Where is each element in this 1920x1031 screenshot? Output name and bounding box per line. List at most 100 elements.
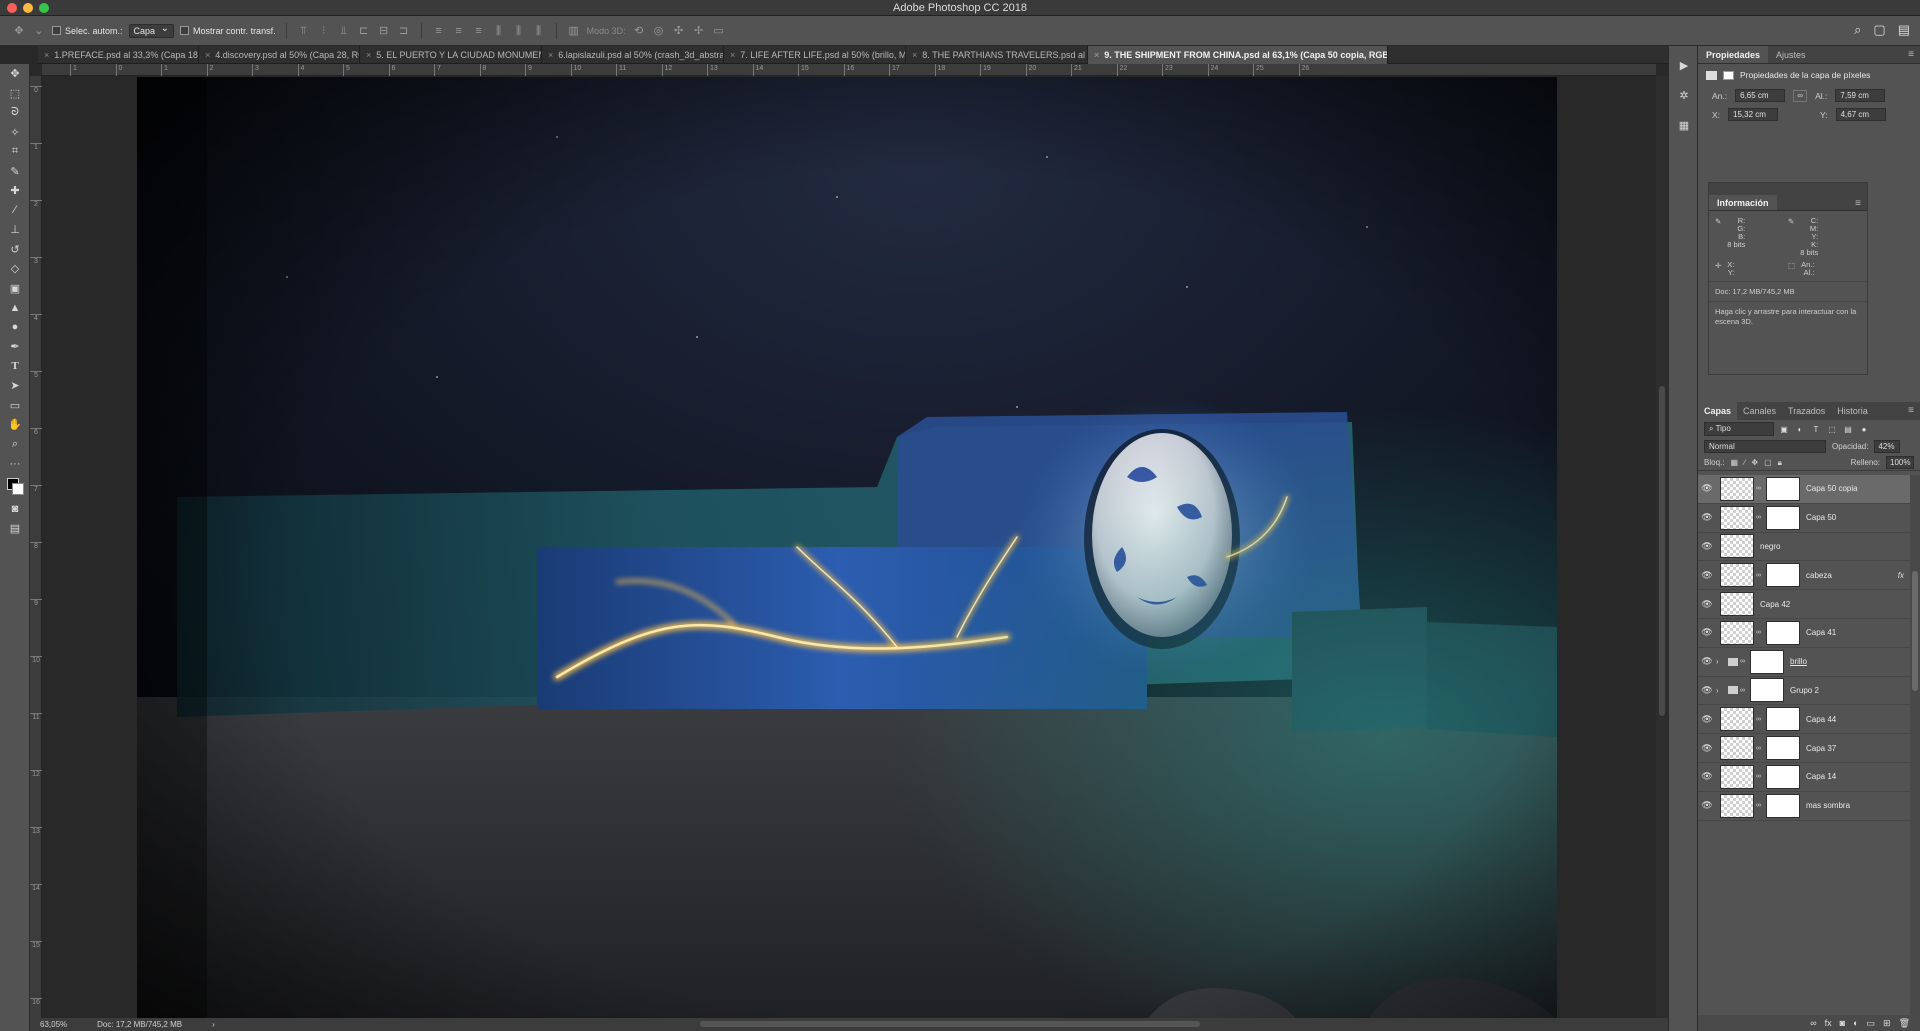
camera-3d-icon[interactable]: ▭ — [712, 24, 726, 38]
mask-link-icon[interactable]: ∞ — [1756, 716, 1762, 723]
mask-link-icon[interactable]: ∞ — [1740, 658, 1746, 665]
layer-mask-thumbnail[interactable] — [1766, 736, 1800, 761]
move-tool-icon[interactable]: ✥ — [0, 64, 30, 84]
tab-propiedades[interactable]: Propiedades — [1698, 46, 1769, 63]
visibility-eye-icon[interactable]: 👁︎ — [1698, 599, 1716, 610]
document-tab-active[interactable]: × 9. THE SHIPMENT FROM CHINA.psd al 63,1%… — [1088, 46, 1388, 64]
eraser-tool-icon[interactable]: ◇ — [0, 259, 30, 279]
search-icon[interactable]: ⌕ — [1854, 22, 1861, 38]
healing-brush-tool-icon[interactable]: ✚ — [0, 181, 30, 201]
mask-link-icon[interactable]: ∞ — [1756, 629, 1762, 636]
document-tab[interactable]: × 7. LIFE AFTER LIFE.psd al 50% (brillo, … — [724, 46, 906, 64]
filter-type-icon[interactable]: T — [1810, 425, 1822, 434]
marquee-tool-icon[interactable]: ⬚ — [0, 84, 30, 104]
layer-mask-thumbnail[interactable] — [1766, 620, 1800, 645]
y-field[interactable]: 4,67 cm — [1835, 108, 1886, 121]
auto-select-dropdown[interactable]: Capa — [128, 23, 175, 38]
layer-effects-icon[interactable]: fx — [1898, 571, 1904, 580]
layer-mask-thumbnail[interactable] — [1766, 505, 1800, 530]
layer-row[interactable]: 👁︎ ∞ Capa 37 — [1698, 734, 1910, 763]
visibility-eye-icon[interactable]: 👁︎ — [1698, 570, 1716, 581]
document-canvas[interactable] — [137, 77, 1557, 1020]
layer-name[interactable]: negro — [1760, 542, 1780, 551]
x-field[interactable]: 15,32 cm — [1728, 108, 1779, 121]
width-field[interactable]: 6,65 cm — [1735, 89, 1786, 102]
layer-row[interactable]: 👁︎ Capa 42 — [1698, 590, 1910, 619]
delete-layer-icon[interactable]: 🗑︎ — [1899, 1018, 1910, 1029]
visibility-eye-icon[interactable]: 👁︎ — [1698, 743, 1716, 754]
layer-mask-thumbnail[interactable] — [1750, 678, 1784, 703]
document-tab[interactable]: × 6.lapislazuli.psd al 50% (crash_3d_abst… — [542, 46, 724, 64]
status-arrow-icon[interactable]: › — [212, 1020, 215, 1029]
filter-toggle-icon[interactable]: ● — [1858, 425, 1870, 434]
visibility-eye-icon[interactable]: 👁︎ — [1698, 656, 1716, 667]
auto-align-icon[interactable]: ▥ — [567, 24, 581, 38]
layer-name[interactable]: Capa 44 — [1806, 715, 1836, 724]
layer-name[interactable]: brillo — [1790, 657, 1807, 666]
visibility-eye-icon[interactable]: 👁︎ — [1698, 541, 1716, 552]
add-mask-icon[interactable]: ◙ — [1840, 1018, 1845, 1028]
lock-artboard-icon[interactable]: ▢ — [1764, 458, 1772, 467]
layer-mask-thumbnail[interactable] — [1750, 649, 1784, 674]
mask-link-icon[interactable]: ∞ — [1740, 687, 1746, 694]
history-brush-tool-icon[interactable]: ↺ — [0, 240, 30, 260]
layer-filter-select[interactable]: ⌕ Tipo — [1704, 422, 1774, 436]
distribute-bottom-icon[interactable]: ≡ — [472, 24, 486, 38]
visibility-eye-icon[interactable]: 👁︎ — [1698, 483, 1716, 494]
layer-row[interactable]: 👁︎ ∞ Capa 50 — [1698, 504, 1910, 533]
quick-mask-icon[interactable]: ◙ — [0, 500, 30, 520]
layer-mask-thumbnail[interactable] — [1766, 793, 1800, 818]
tab-historia[interactable]: Historia — [1831, 402, 1874, 420]
panel-menu-icon[interactable]: ≡ — [1908, 49, 1914, 60]
close-tab-icon[interactable]: × — [730, 50, 735, 60]
rectangle-tool-icon[interactable]: ▭ — [0, 396, 30, 416]
document-tab[interactable]: ×8. THE PARTHIANS TRAVELERS.psd al 50% (… — [906, 46, 1088, 64]
visibility-eye-icon[interactable]: 👁︎ — [1698, 771, 1716, 782]
lock-transparency-icon[interactable]: ▦ — [1730, 458, 1738, 467]
close-tab-icon[interactable]: × — [912, 50, 917, 60]
layer-thumbnail[interactable] — [1720, 592, 1754, 617]
magic-wand-tool-icon[interactable]: ✧ — [0, 123, 30, 143]
visibility-eye-icon[interactable]: 👁︎ — [1698, 714, 1716, 725]
align-bottom-icon[interactable]: ⫫ — [337, 24, 351, 38]
gradient-tool-icon[interactable]: ▣ — [0, 279, 30, 299]
orbit-3d-icon[interactable]: ⟲ — [632, 24, 646, 38]
hand-tool-icon[interactable]: ✋ — [0, 415, 30, 435]
align-vcenter-icon[interactable]: ⫶ — [317, 24, 331, 38]
show-transform-option[interactable]: Mostrar contr. transf. — [180, 26, 276, 36]
layer-name[interactable]: Capa 37 — [1806, 744, 1836, 753]
close-tab-icon[interactable]: × — [205, 50, 210, 60]
ruler-icon[interactable]: ▦ — [1669, 114, 1699, 136]
visibility-eye-icon[interactable]: 👁︎ — [1698, 685, 1716, 696]
layer-row[interactable]: 👁︎ › ∞ brillo — [1698, 648, 1910, 677]
layer-row[interactable]: 👁︎ ∞ Capa 41 — [1698, 619, 1910, 648]
zoom-level[interactable]: 63,05% — [40, 1020, 67, 1029]
layer-row[interactable]: 👁︎ ∞ cabeza fx — [1698, 561, 1910, 591]
background-color-swatch[interactable] — [12, 482, 24, 495]
new-layer-icon[interactable]: ⊞ — [1883, 1018, 1891, 1029]
distribute-left-icon[interactable]: ⫼ — [492, 24, 506, 38]
expand-group-icon[interactable]: › — [1716, 657, 1724, 666]
lasso-tool-icon[interactable]: ᘐ — [0, 103, 30, 123]
fill-field[interactable]: 100% — [1886, 456, 1914, 469]
distribute-vcenter-icon[interactable]: ≡ — [452, 24, 466, 38]
layer-name[interactable]: Capa 14 — [1806, 772, 1836, 781]
layer-thumbnail[interactable] — [1720, 736, 1754, 761]
mask-link-icon[interactable]: ∞ — [1756, 572, 1762, 579]
scroll-thumb[interactable] — [1659, 386, 1665, 716]
layer-mask-thumbnail[interactable] — [1766, 764, 1800, 789]
mask-link-icon[interactable]: ∞ — [1756, 745, 1762, 752]
layer-name[interactable]: cabeza — [1806, 571, 1832, 580]
path-selection-tool-icon[interactable]: ➤ — [0, 376, 30, 396]
color-swatches[interactable] — [0, 474, 29, 500]
auto-select-checkbox[interactable] — [52, 26, 61, 35]
visibility-eye-icon[interactable]: 👁︎ — [1698, 800, 1716, 811]
link-icon[interactable]: ∞ — [1793, 89, 1808, 102]
tab-informacion[interactable]: Información — [1709, 195, 1777, 210]
visibility-eye-icon[interactable]: 👁︎ — [1698, 627, 1716, 638]
mask-link-icon[interactable]: ∞ — [1756, 773, 1762, 780]
filter-adjustment-icon[interactable]: ◐ — [1794, 425, 1806, 434]
new-group-icon[interactable]: ▭ — [1867, 1018, 1876, 1029]
zoom-tool-icon[interactable]: ⌕ — [0, 435, 30, 455]
move-tool-icon[interactable]: ✥ — [12, 24, 26, 38]
